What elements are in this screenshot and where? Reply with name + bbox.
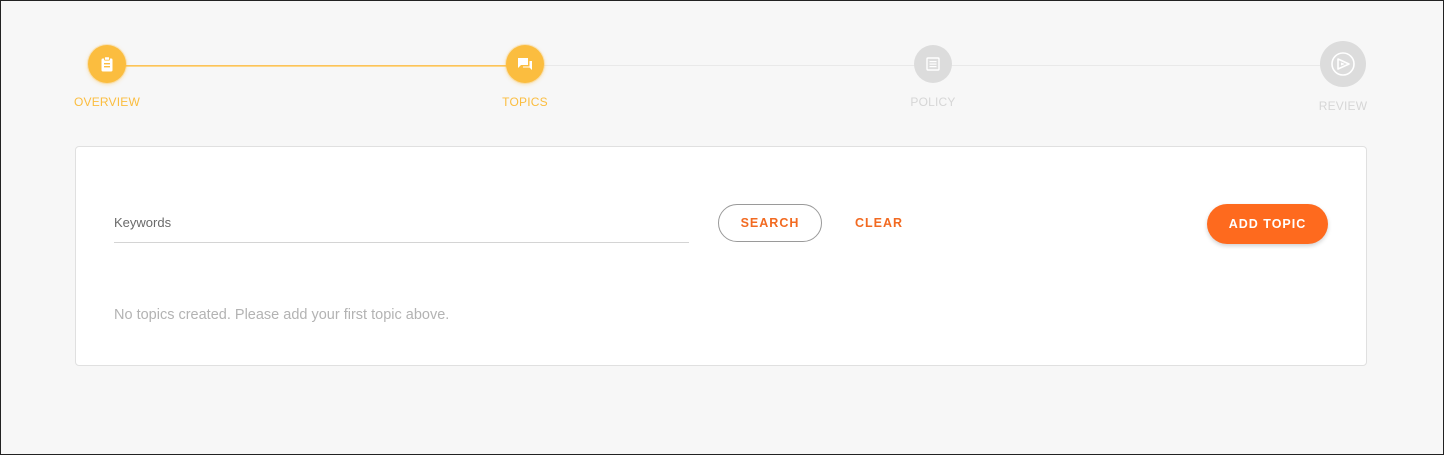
chat-icon	[506, 45, 544, 83]
step-policy[interactable]: POLICY	[873, 45, 993, 109]
search-button[interactable]: SEARCH	[718, 204, 822, 242]
app-frame: OVERVIEW TOPICS POLICY REVIEW Keywords S…	[0, 0, 1444, 455]
add-topic-button[interactable]: ADD TOPIC	[1207, 204, 1328, 244]
step-topics[interactable]: TOPICS	[465, 45, 585, 109]
step-overview[interactable]: OVERVIEW	[47, 45, 167, 109]
step-connector-topics-policy	[525, 65, 933, 66]
clipboard-icon	[88, 45, 126, 83]
review-icon	[1320, 41, 1366, 87]
document-list-icon	[914, 45, 952, 83]
empty-state-message: No topics created. Please add your first…	[114, 307, 450, 323]
step-label-policy: POLICY	[910, 95, 956, 109]
keywords-input[interactable]	[114, 215, 689, 230]
step-label-overview: OVERVIEW	[73, 95, 141, 109]
step-label-review: REVIEW	[1318, 99, 1368, 113]
step-connector-overview-topics	[107, 65, 525, 67]
step-label-topics: TOPICS	[502, 95, 548, 109]
step-connector-policy-review	[933, 65, 1343, 66]
step-review[interactable]: REVIEW	[1283, 41, 1403, 113]
clear-button[interactable]: CLEAR	[846, 204, 912, 242]
keywords-field[interactable]	[114, 213, 689, 243]
topics-card: SEARCH CLEAR ADD TOPIC No topics created…	[75, 146, 1367, 366]
